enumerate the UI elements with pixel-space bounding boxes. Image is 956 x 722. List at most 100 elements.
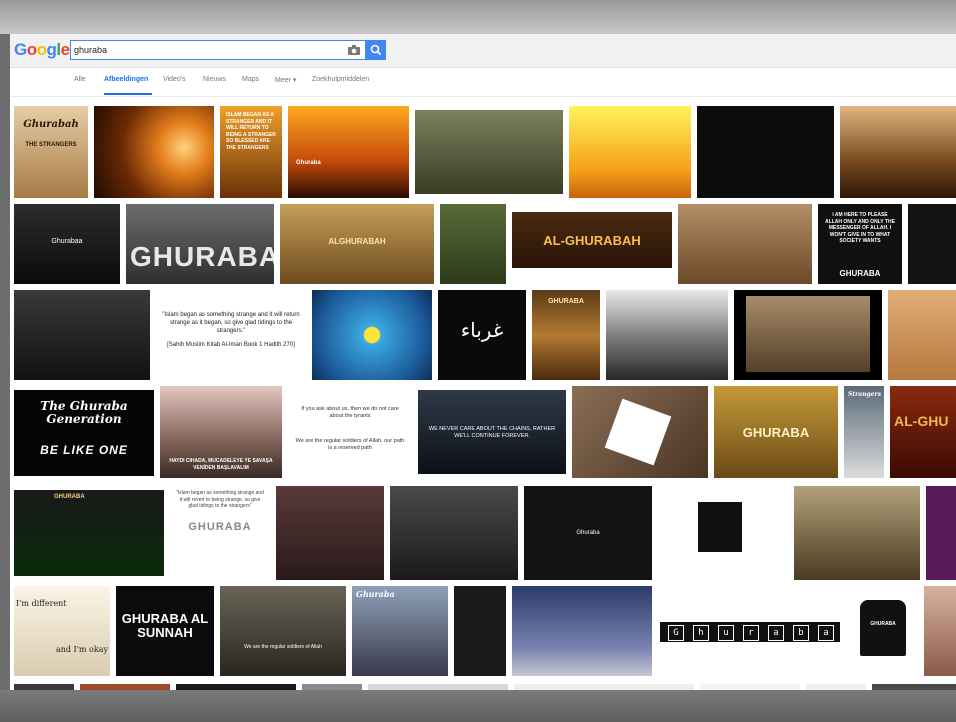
- image-result[interactable]: [794, 486, 920, 580]
- image-result-caption: Ghurabaa: [51, 238, 83, 245]
- letter-tile: u: [718, 625, 734, 641]
- tab-all[interactable]: Alle: [74, 76, 86, 83]
- image-result[interactable]: [908, 204, 956, 284]
- image-result-caption: and I'm okay: [55, 645, 108, 654]
- image-result-caption: [Sahih Muslim Kitab Al-Iman Book 1 Hadit…: [167, 342, 295, 348]
- image-result[interactable]: غرباء: [438, 290, 526, 380]
- image-result[interactable]: "Islam began as something strange and it…: [170, 486, 270, 580]
- image-result[interactable]: [888, 290, 956, 380]
- image-result[interactable]: I'm different and I'm okay: [14, 586, 110, 676]
- image-result-caption: I AM HERE TO PLEASE ALLAH ONLY AND ONLY …: [825, 212, 895, 244]
- image-result[interactable]: Ghuraba: [524, 486, 652, 580]
- image-result[interactable]: G h u r a b a: [658, 586, 842, 676]
- tab-images[interactable]: Afbeeldingen: [104, 76, 148, 83]
- image-result-caption: GHURABA: [188, 521, 252, 533]
- image-result-caption: AL-GHU: [894, 413, 949, 429]
- image-result[interactable]: [926, 486, 956, 580]
- image-result[interactable]: [658, 486, 788, 580]
- image-result[interactable]: [606, 290, 728, 380]
- letter-tile: r: [743, 625, 759, 641]
- image-result[interactable]: GHURABA: [714, 386, 838, 478]
- image-result[interactable]: [678, 204, 812, 284]
- image-result[interactable]: [569, 106, 691, 198]
- image-result[interactable]: [94, 106, 214, 198]
- image-result-caption: GHURABA AL SUNNAH: [121, 611, 209, 640]
- image-result[interactable]: GHURABA: [532, 290, 600, 380]
- image-result-caption: If you ask about us, then we do not care…: [301, 406, 399, 420]
- image-result-caption: "Islam began as something strange and it…: [162, 312, 300, 334]
- google-logo[interactable]: Google: [14, 40, 70, 60]
- image-result[interactable]: The Ghuraba Generation BE LIKE ONE: [14, 390, 154, 476]
- image-result[interactable]: [512, 586, 652, 676]
- tab-more[interactable]: Meer ▾: [275, 76, 296, 84]
- image-result-caption: HAYDI CIHADA, MUCADELEYE YE SAVAŞA VENİD…: [169, 458, 273, 471]
- tab-news[interactable]: Nieuws: [203, 76, 226, 83]
- image-result[interactable]: GHURABA AL SUNNAH: [116, 586, 214, 676]
- slide-top-bar: [0, 0, 956, 34]
- image-result-caption: غرباء: [460, 318, 504, 342]
- image-result[interactable]: [454, 586, 506, 676]
- letter-tile: b: [793, 625, 809, 641]
- image-result[interactable]: [415, 110, 563, 194]
- search-box: [70, 40, 366, 60]
- image-result-caption: Ghuraba: [356, 589, 395, 599]
- image-result-caption: GHURABA: [548, 298, 584, 305]
- image-result-caption: GHURABA: [742, 425, 810, 440]
- image-result[interactable]: GHURABA: [848, 586, 918, 676]
- image-result-caption: Ghuraba: [296, 160, 321, 166]
- image-result[interactable]: [697, 106, 834, 198]
- image-result[interactable]: We are the regular soldiers of Allah: [220, 586, 346, 676]
- search-button[interactable]: [366, 40, 386, 60]
- image-result[interactable]: ALGHURABAH: [280, 204, 434, 284]
- image-result-caption: ALGHURABAH: [328, 237, 386, 246]
- image-result[interactable]: WE NEVER CARE ABOUT THE CHAINS, RATHER W…: [418, 390, 566, 474]
- image-result-caption: Strangers: [848, 391, 882, 398]
- image-result[interactable]: [312, 290, 432, 380]
- search-icon: [370, 44, 382, 56]
- letter-tile: a: [818, 625, 834, 641]
- image-result[interactable]: Ghuraba: [288, 106, 409, 198]
- image-result[interactable]: [440, 204, 506, 284]
- image-result-caption: Ghurabah: [23, 119, 79, 130]
- search-input[interactable]: [74, 43, 334, 57]
- image-result[interactable]: [840, 106, 956, 198]
- image-result[interactable]: GHURABA: [14, 490, 164, 576]
- letter-tile: a: [768, 625, 784, 641]
- image-result[interactable]: I AM HERE TO PLEASE ALLAH ONLY AND ONLY …: [818, 204, 902, 284]
- image-result-caption: GHURABA: [54, 494, 85, 500]
- image-result[interactable]: [572, 386, 708, 478]
- search-tabs: Alle Afbeeldingen Video's Nieuws Maps Me…: [10, 68, 956, 97]
- image-result-frame: [698, 502, 742, 552]
- image-result-caption: ISLAM BEGAN AS A STRANGER AND IT WILL RE…: [226, 112, 276, 151]
- image-result-caption: GHURABA: [839, 269, 881, 278]
- image-result[interactable]: [276, 486, 384, 580]
- image-result-caption: GHURABA: [870, 621, 896, 627]
- image-result[interactable]: Ghurabaa: [14, 204, 120, 284]
- image-result[interactable]: GHURABA: [126, 204, 274, 284]
- tab-videos[interactable]: Video's: [163, 76, 186, 83]
- image-result[interactable]: Strangers: [844, 386, 884, 478]
- image-result[interactable]: [924, 586, 956, 676]
- image-result[interactable]: "Islam began as something strange and it…: [156, 290, 306, 380]
- letter-tile: G: [668, 625, 684, 641]
- camera-icon[interactable]: [347, 44, 361, 56]
- tab-search-tools[interactable]: Zoekhulpmiddelen: [312, 76, 369, 83]
- image-result-caption: GHURABA: [130, 241, 274, 272]
- image-result-caption: We are the regular soldiers of Allah, ou…: [295, 438, 405, 452]
- image-result[interactable]: [14, 290, 150, 380]
- image-result[interactable]: AL-GHU: [890, 386, 956, 478]
- image-result[interactable]: If you ask about us, then we do not care…: [288, 386, 412, 478]
- image-result[interactable]: ISLAM BEGAN AS A STRANGER AND IT WILL RE…: [220, 106, 282, 198]
- tab-maps[interactable]: Maps: [242, 76, 259, 83]
- image-result[interactable]: HAYDI CIHADA, MUCADELEYE YE SAVAŞA VENİD…: [160, 386, 282, 478]
- image-result[interactable]: [390, 486, 518, 580]
- image-result[interactable]: Ghurabah THE STRANGERS: [14, 106, 88, 198]
- image-result[interactable]: Ghuraba: [352, 586, 448, 676]
- slide-bottom-bar: [0, 690, 956, 722]
- image-result-frame: [746, 296, 870, 372]
- image-result-caption: BE LIKE ONE: [40, 443, 128, 457]
- image-results-grid: Ghurabah THE STRANGERS ISLAM BEGAN AS A …: [10, 104, 956, 690]
- image-result[interactable]: [734, 290, 882, 380]
- browser-screenshot: Google Alle Afbeeldingen Video's Nieuws …: [10, 34, 956, 690]
- image-result[interactable]: AL-GHURABAH: [512, 212, 672, 268]
